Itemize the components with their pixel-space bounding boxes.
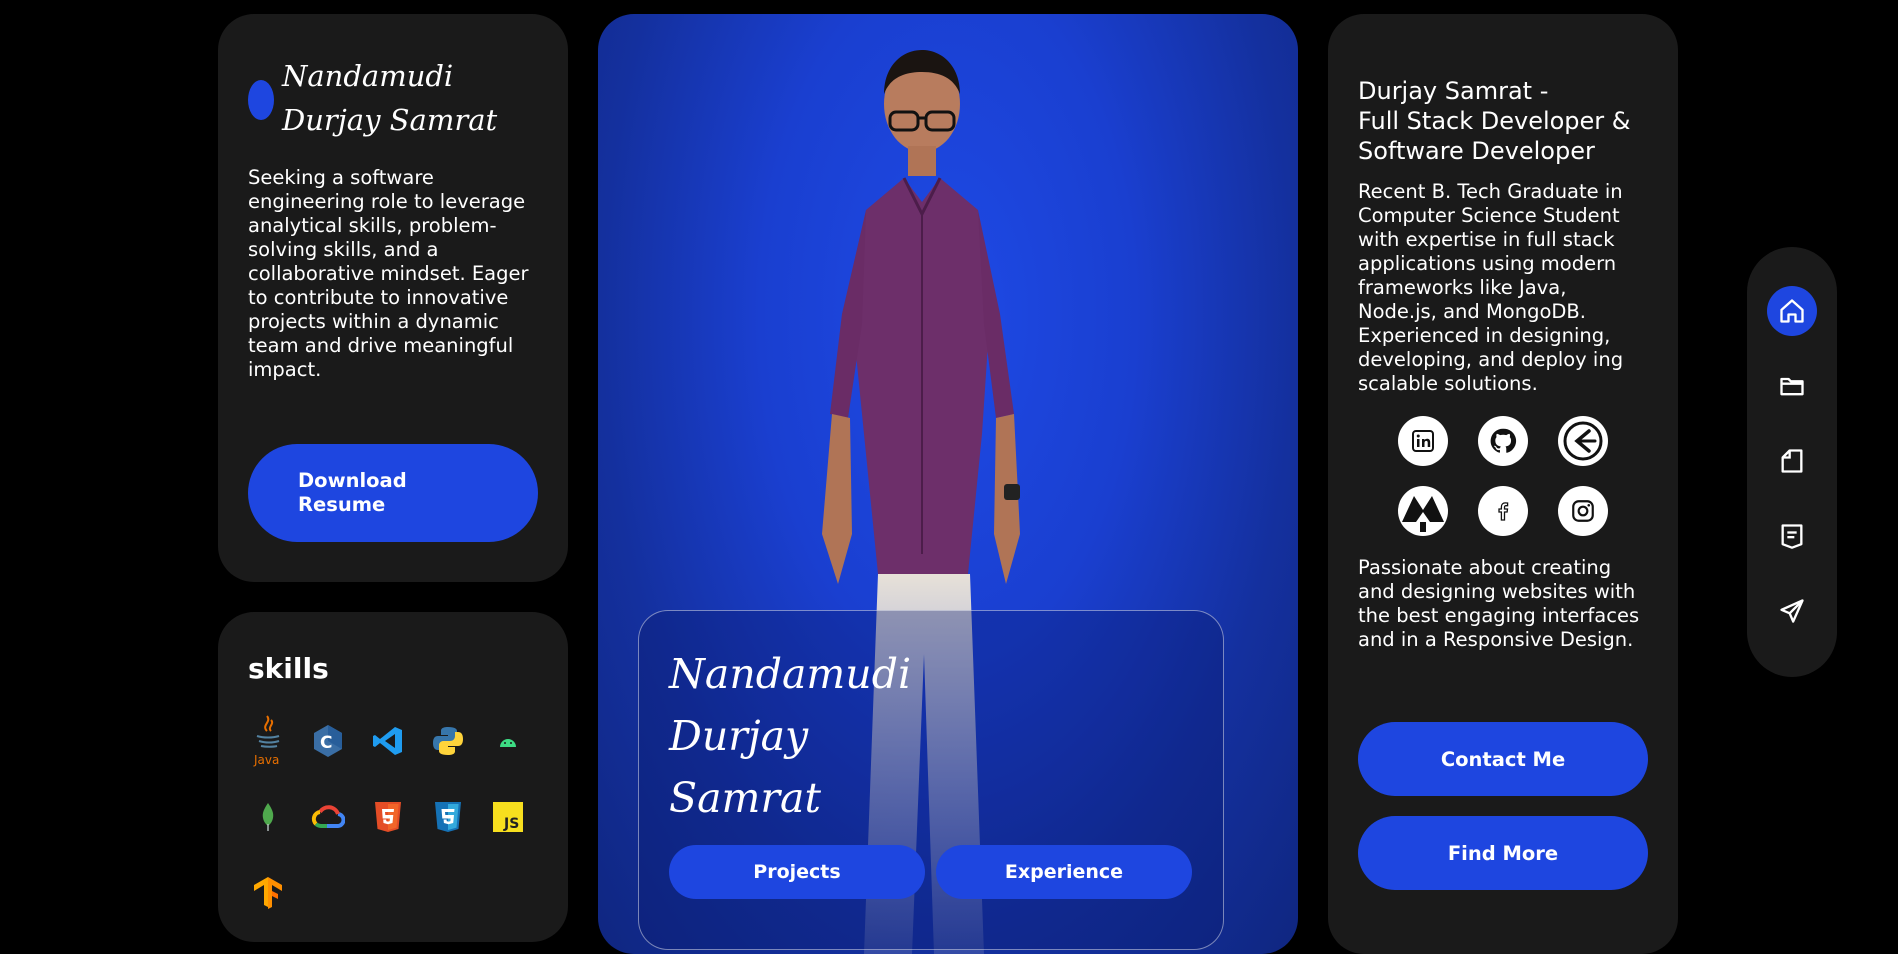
home-icon[interactable] bbox=[1767, 286, 1817, 336]
svg-text:Java: Java bbox=[253, 753, 279, 767]
instagram-icon[interactable] bbox=[1558, 486, 1608, 536]
mongodb-icon bbox=[248, 789, 288, 845]
social-links bbox=[1358, 416, 1648, 536]
experience-button[interactable]: Experience bbox=[936, 845, 1192, 899]
skills-title: skills bbox=[248, 652, 329, 685]
hero-name-panel: Nandamudi Durjay Samrat Projects Experie… bbox=[638, 610, 1224, 950]
android-icon bbox=[488, 713, 528, 769]
contact-me-button[interactable]: Contact Me bbox=[1358, 722, 1648, 796]
hero-name: Nandamudi Durjay Samrat bbox=[669, 650, 912, 822]
brand-name: Nandamudi Durjay Samrat bbox=[282, 59, 498, 137]
brand: Nandamudi Durjay Samrat bbox=[248, 58, 538, 142]
skills-grid: Java C JS bbox=[248, 713, 538, 921]
brand-dot bbox=[248, 80, 274, 120]
svg-text:C: C bbox=[320, 733, 332, 753]
file-icon[interactable] bbox=[1767, 436, 1817, 486]
hero-card: Nandamudi Durjay Samrat Projects Experie… bbox=[598, 14, 1298, 954]
tensorflow-icon bbox=[248, 865, 288, 921]
codechef-icon[interactable] bbox=[1398, 486, 1448, 536]
send-icon[interactable] bbox=[1767, 586, 1817, 636]
about-card: Durjay Samrat - Full Stack Developer & S… bbox=[1328, 14, 1678, 954]
leetcode-icon[interactable] bbox=[1558, 416, 1608, 466]
google-cloud-icon bbox=[308, 789, 348, 845]
facebook-icon[interactable] bbox=[1478, 486, 1528, 536]
projects-button[interactable]: Projects bbox=[669, 845, 925, 899]
download-resume-button[interactable]: Download Resume bbox=[248, 444, 538, 542]
intro-text: Seeking a software engineering role to l… bbox=[248, 166, 529, 381]
download-resume-label: Download Resume bbox=[298, 469, 407, 516]
javascript-icon: JS bbox=[488, 789, 528, 845]
passion-text: Passionate about creating and designing … bbox=[1358, 556, 1640, 651]
linkedin-icon[interactable] bbox=[1398, 416, 1448, 466]
python-icon bbox=[428, 713, 468, 769]
vscode-icon bbox=[368, 713, 408, 769]
intro-card: Nandamudi Durjay Samrat Seeking a softwa… bbox=[218, 14, 568, 582]
about-title: Durjay Samrat - Full Stack Developer & S… bbox=[1358, 77, 1631, 165]
svg-text:JS: JS bbox=[503, 816, 519, 832]
c-icon: C bbox=[308, 713, 348, 769]
find-more-button[interactable]: Find More bbox=[1358, 816, 1648, 890]
about-text: Recent B. Tech Graduate in Computer Scie… bbox=[1358, 180, 1624, 395]
java-icon: Java bbox=[248, 713, 288, 769]
skills-card: skills Java C JS bbox=[218, 612, 568, 942]
css3-icon bbox=[428, 789, 468, 845]
side-nav bbox=[1747, 247, 1837, 677]
html5-icon bbox=[368, 789, 408, 845]
folder-icon[interactable] bbox=[1767, 361, 1817, 411]
resume-icon[interactable] bbox=[1767, 511, 1817, 561]
github-icon[interactable] bbox=[1478, 416, 1528, 466]
